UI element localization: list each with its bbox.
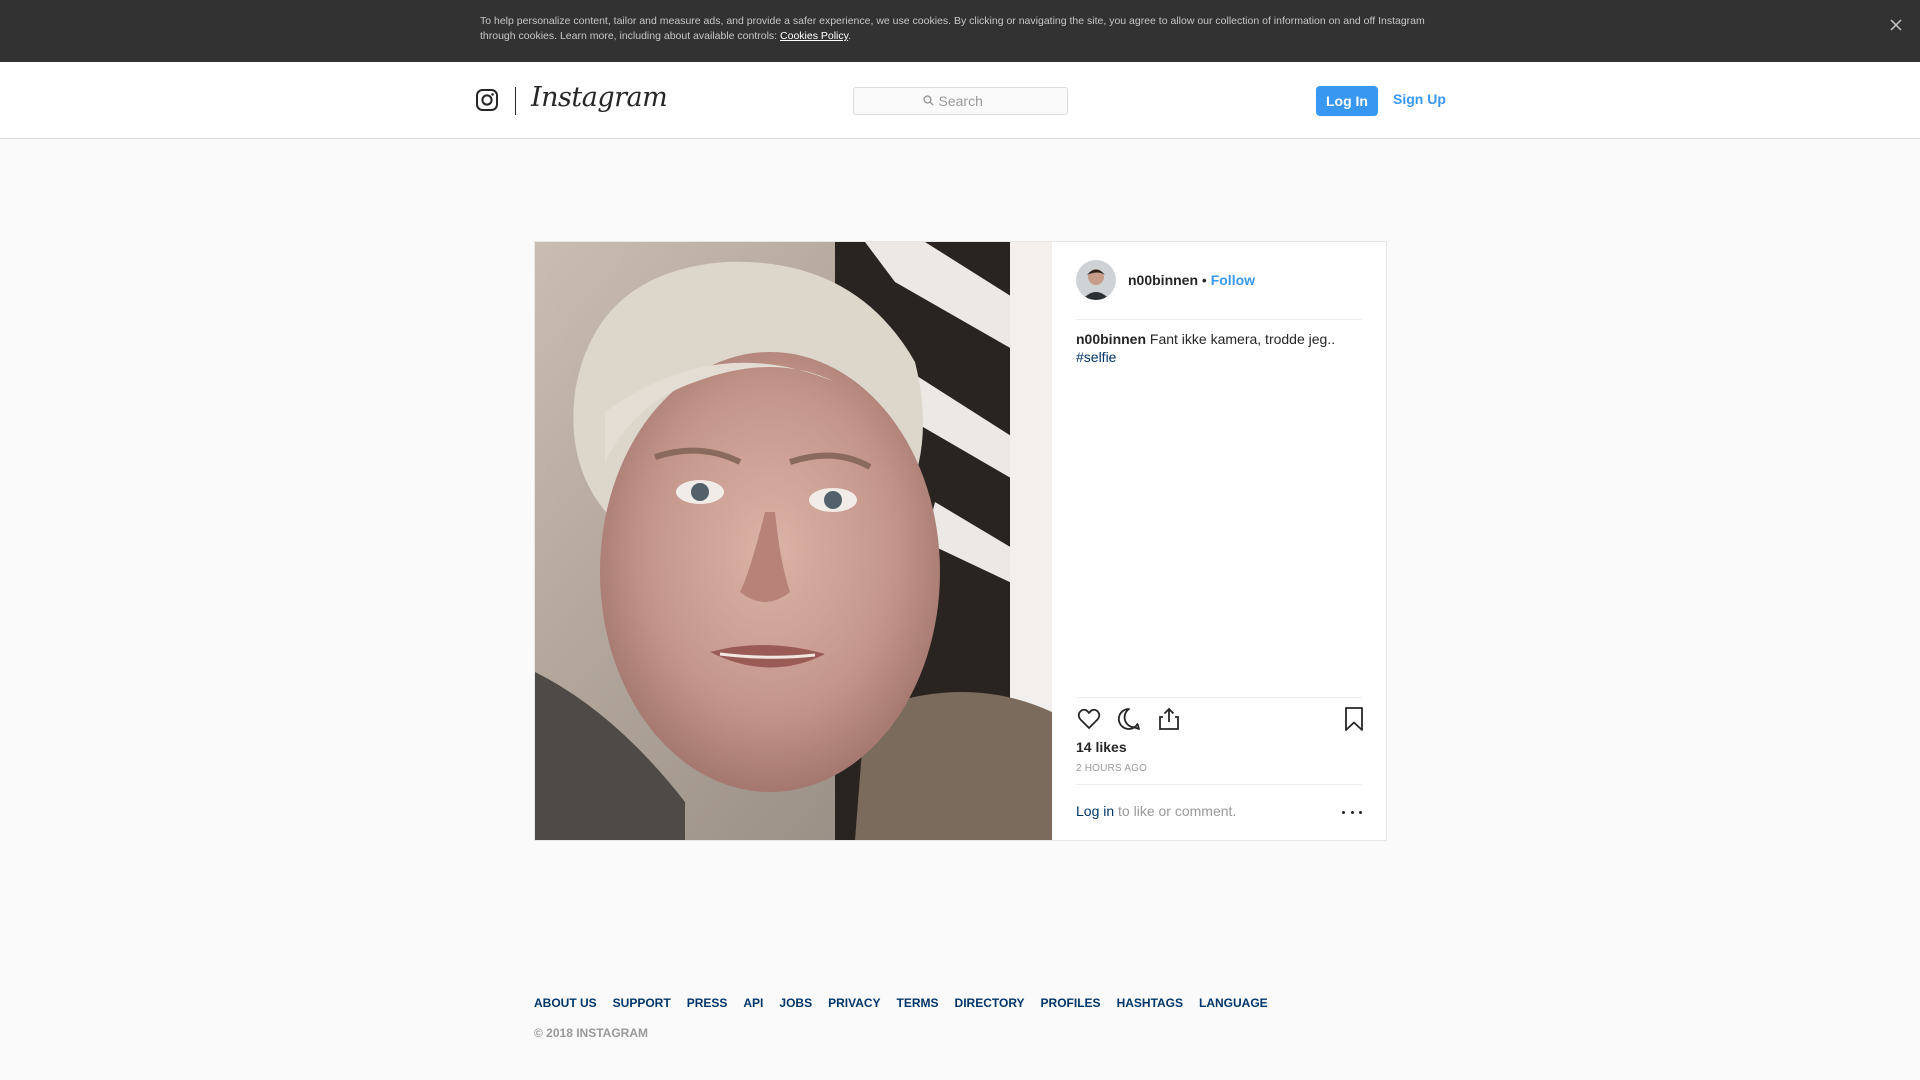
footer-nav: ABOUT US SUPPORT PRESS API JOBS PRIVACY … bbox=[534, 996, 1268, 1010]
divider bbox=[1076, 697, 1362, 698]
caption-username-link[interactable]: n00binnen bbox=[1076, 331, 1146, 347]
post-author-header: n00binnen • Follow bbox=[1076, 260, 1362, 320]
search-icon bbox=[922, 93, 934, 109]
footer-link-press[interactable]: PRESS bbox=[687, 996, 728, 1010]
author-line: n00binnen • Follow bbox=[1128, 272, 1255, 288]
login-prompt-text: to like or comment. bbox=[1118, 803, 1237, 819]
search-input[interactable] bbox=[938, 93, 999, 109]
more-options-icon[interactable] bbox=[1342, 805, 1362, 819]
header-divider bbox=[515, 87, 516, 115]
footer-link-support[interactable]: SUPPORT bbox=[613, 996, 671, 1010]
post-details-panel: n00binnen • Follow n00binnen Fant ikke k… bbox=[1052, 242, 1386, 840]
follow-button[interactable]: Follow bbox=[1211, 272, 1255, 288]
close-icon[interactable] bbox=[1888, 17, 1904, 33]
cookie-banner-message: To help personalize content, tailor and … bbox=[480, 15, 1425, 42]
top-navigation-bar: Instagram Log In Sign Up bbox=[0, 62, 1920, 139]
likes-count[interactable]: 14 likes bbox=[1076, 739, 1127, 755]
cookies-policy-link[interactable]: Cookies Policy bbox=[780, 30, 848, 42]
footer-link-hashtags[interactable]: HASHTAGS bbox=[1117, 996, 1183, 1010]
post-caption: n00binnen Fant ikke kamera, trodde jeg..… bbox=[1076, 330, 1362, 366]
log-in-link[interactable]: Log in bbox=[1076, 803, 1114, 819]
search-box[interactable] bbox=[853, 87, 1068, 115]
hashtag-link[interactable]: #selfie bbox=[1076, 348, 1362, 366]
copyright: © 2018 INSTAGRAM bbox=[534, 1026, 648, 1040]
footer-link-profiles[interactable]: PROFILES bbox=[1041, 996, 1101, 1010]
cookie-banner-suffix: . bbox=[848, 30, 852, 42]
login-prompt: Log in to like or comment. bbox=[1076, 803, 1236, 819]
footer-link-privacy[interactable]: PRIVACY bbox=[828, 996, 880, 1010]
post-photo[interactable] bbox=[535, 242, 1052, 840]
footer-link-terms[interactable]: TERMS bbox=[897, 996, 939, 1010]
bookmark-icon[interactable] bbox=[1341, 706, 1367, 732]
footer-link-api[interactable]: API bbox=[743, 996, 763, 1010]
instagram-glyph-icon[interactable] bbox=[475, 88, 499, 112]
separator-dot: • bbox=[1201, 272, 1207, 288]
comment-icon[interactable] bbox=[1116, 706, 1142, 732]
log-in-button[interactable]: Log In bbox=[1316, 86, 1378, 116]
caption-text: Fant ikke kamera, trodde jeg.. bbox=[1149, 331, 1336, 347]
author-username-link[interactable]: n00binnen bbox=[1128, 272, 1198, 288]
cookie-banner: To help personalize content, tailor and … bbox=[0, 0, 1920, 62]
avatar[interactable] bbox=[1076, 260, 1116, 300]
post-card: n00binnen • Follow n00binnen Fant ikke k… bbox=[534, 241, 1387, 841]
share-icon[interactable] bbox=[1156, 706, 1182, 732]
footer-link-jobs[interactable]: JOBS bbox=[779, 996, 812, 1010]
cookie-banner-text: To help personalize content, tailor and … bbox=[480, 14, 1440, 44]
heart-icon[interactable] bbox=[1076, 706, 1102, 732]
divider bbox=[1076, 784, 1362, 785]
footer-link-about-us[interactable]: ABOUT US bbox=[534, 996, 597, 1010]
footer-link-directory[interactable]: DIRECTORY bbox=[955, 996, 1025, 1010]
instagram-wordmark-logo[interactable]: Instagram bbox=[531, 82, 668, 113]
footer-link-language[interactable]: LANGUAGE bbox=[1199, 996, 1268, 1010]
post-timestamp: 2 HOURS AGO bbox=[1076, 763, 1148, 774]
sign-up-link[interactable]: Sign Up bbox=[1393, 91, 1446, 107]
